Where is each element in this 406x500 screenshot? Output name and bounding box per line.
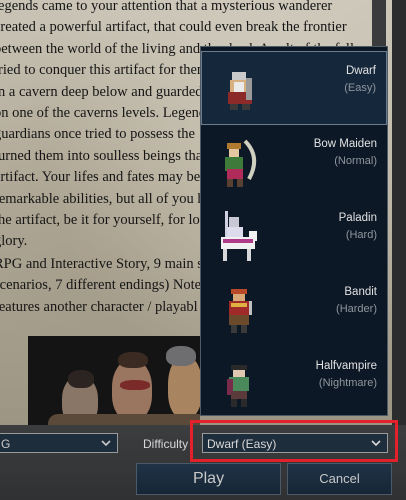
- description-line: created a powerful artifact, that could …: [0, 19, 347, 36]
- difficulty-option-bandit[interactable]: Bandit (Harder): [201, 273, 387, 347]
- dwarf-sprite-icon: [228, 72, 252, 110]
- difficulty-select-highlight: [190, 420, 398, 462]
- difficulty-option-paladin[interactable]: Paladin (Hard): [201, 199, 387, 273]
- option-difficulty: (Normal): [334, 155, 377, 167]
- cancel-button[interactable]: Cancel: [287, 463, 392, 495]
- era-select[interactable]: G: [0, 433, 118, 453]
- chevron-down-icon: [101, 440, 111, 447]
- difficulty-option-dwarf[interactable]: Dwarf (Easy): [201, 51, 387, 125]
- bandit-sprite-icon: [229, 289, 252, 333]
- description-line: legends came to your attention that a my…: [0, 0, 333, 14]
- difficulty-dropdown-list: Dwarf (Easy) Bow Maiden (Normal) Paladin: [200, 46, 388, 416]
- bow-maiden-sprite-icon: [225, 139, 257, 187]
- option-difficulty: (Harder): [336, 303, 377, 315]
- era-select-value: G: [1, 437, 11, 451]
- option-difficulty: (Hard): [345, 229, 377, 241]
- option-name: Paladin: [338, 212, 377, 224]
- difficulty-label: Difficulty: [143, 437, 189, 451]
- option-difficulty: (Easy): [344, 82, 376, 94]
- option-name: Bow Maiden: [313, 138, 377, 150]
- play-button[interactable]: Play: [136, 463, 281, 495]
- difficulty-option-halfvampire[interactable]: Halfvampire (Nightmare): [201, 347, 387, 415]
- halfvampire-sprite-icon: [227, 365, 249, 407]
- option-name: Dwarf: [345, 65, 376, 77]
- paladin-sprite-icon: [221, 211, 257, 261]
- option-name: Halfvampire: [315, 360, 377, 372]
- option-difficulty: (Nightmare): [318, 377, 377, 389]
- campaign-portrait-image: [28, 336, 200, 426]
- option-name: Bandit: [344, 286, 377, 298]
- difficulty-option-bow-maiden[interactable]: Bow Maiden (Normal): [201, 125, 387, 199]
